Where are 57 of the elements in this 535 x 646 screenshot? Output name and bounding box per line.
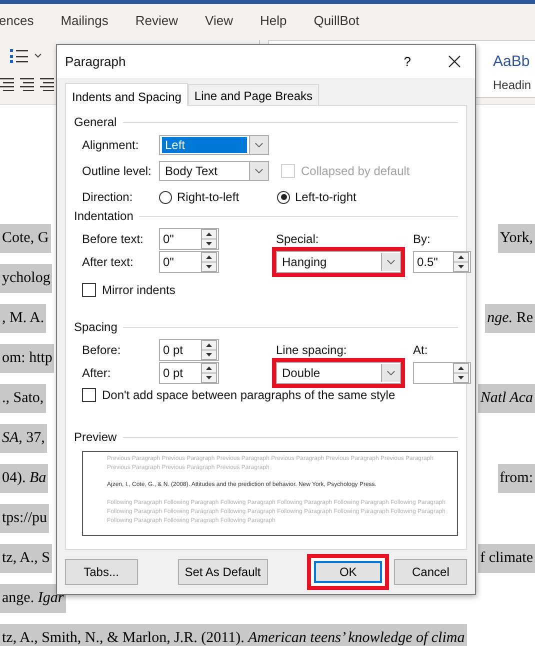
document-text: tz, A., S — [0, 544, 52, 572]
document-text: SA, 37, — [0, 424, 47, 452]
section-heading: Spacing — [74, 320, 118, 334]
document-text: ange. Igar — [0, 584, 66, 612]
field-label: Direction: — [82, 190, 134, 204]
field-label: Alignment: — [82, 138, 140, 152]
spin-field[interactable]: 0.5" — [413, 251, 471, 273]
help-button[interactable]: ? — [400, 54, 414, 69]
spin-field[interactable]: 0 pt — [159, 362, 219, 384]
dialog-button[interactable]: OK — [306, 554, 390, 590]
document-text: , M. A. — [0, 304, 46, 332]
dialog-tab[interactable]: Indents and Spacing — [65, 83, 188, 106]
checkbox-label: Mirror indents — [102, 283, 176, 297]
outline-level-dropdown[interactable]: Body Text — [159, 161, 269, 181]
spin-field[interactable]: 0" — [159, 251, 219, 273]
document-text: ycholog — [0, 264, 52, 292]
ribbon-tab[interactable]: QuillBot — [314, 12, 360, 28]
document-text: tz, A., Smith, N., & Marlon, J.R. (2011). American teens’ knowledge of clima — [0, 624, 467, 646]
spin-field[interactable]: 0 pt — [159, 339, 219, 361]
field-label: At: — [413, 343, 429, 357]
section-heading: Indentation — [74, 209, 134, 223]
ribbon-tab[interactable]: Help — [260, 12, 287, 28]
ribbon-tab[interactable]: Review — [135, 12, 178, 28]
checkbox-label: Collapsed by default — [301, 164, 410, 178]
checkbox-label: Don't add space between paragraphs of the same style — [102, 388, 396, 402]
document-text: f climate — [478, 544, 535, 572]
style-option[interactable]: AaBb Headin — [493, 41, 535, 97]
section-heading: Preview — [74, 430, 117, 444]
document-text: Cote, G — [0, 224, 51, 252]
radio-label: Left-to-right — [295, 190, 356, 204]
field-label: Line spacing: — [276, 343, 348, 357]
ribbon-tab[interactable]: Mailings — [60, 12, 108, 28]
document-text: tps://pu — [0, 504, 50, 532]
radio-label: Right-to-left — [177, 190, 240, 204]
dialog-button[interactable]: Cancel — [394, 559, 467, 585]
field-label: By: — [413, 232, 432, 246]
ribbon-tab[interactable]: View — [205, 12, 233, 28]
document-text: from: — [498, 464, 535, 492]
document-text: om: http — [0, 344, 54, 372]
spin-field[interactable]: 0" — [159, 228, 219, 250]
dialog-tab[interactable]: Line and Page Breaks — [188, 84, 319, 105]
dialog-title: Paragraph — [65, 54, 127, 69]
field-label: Special: — [276, 232, 320, 246]
alignment-dropdown[interactable]: Left — [159, 135, 269, 155]
document-text: 04). Ba — [0, 464, 48, 492]
document-text: York, — [498, 224, 535, 252]
document-text: ., Sato, — [0, 384, 46, 412]
field-label: Before: — [82, 343, 122, 357]
field-label: Before text: — [82, 232, 144, 246]
field-label: After: — [82, 366, 112, 380]
dialog-button[interactable]: Set As Default — [178, 559, 268, 585]
section-heading: General — [74, 115, 117, 129]
field-label: After text: — [82, 255, 134, 269]
document-text: nge. Re — [485, 304, 535, 332]
document-text: Natl Aca — [478, 384, 535, 412]
dialog-button[interactable]: Tabs... — [65, 559, 138, 585]
field-label: Outline level: — [82, 164, 152, 178]
